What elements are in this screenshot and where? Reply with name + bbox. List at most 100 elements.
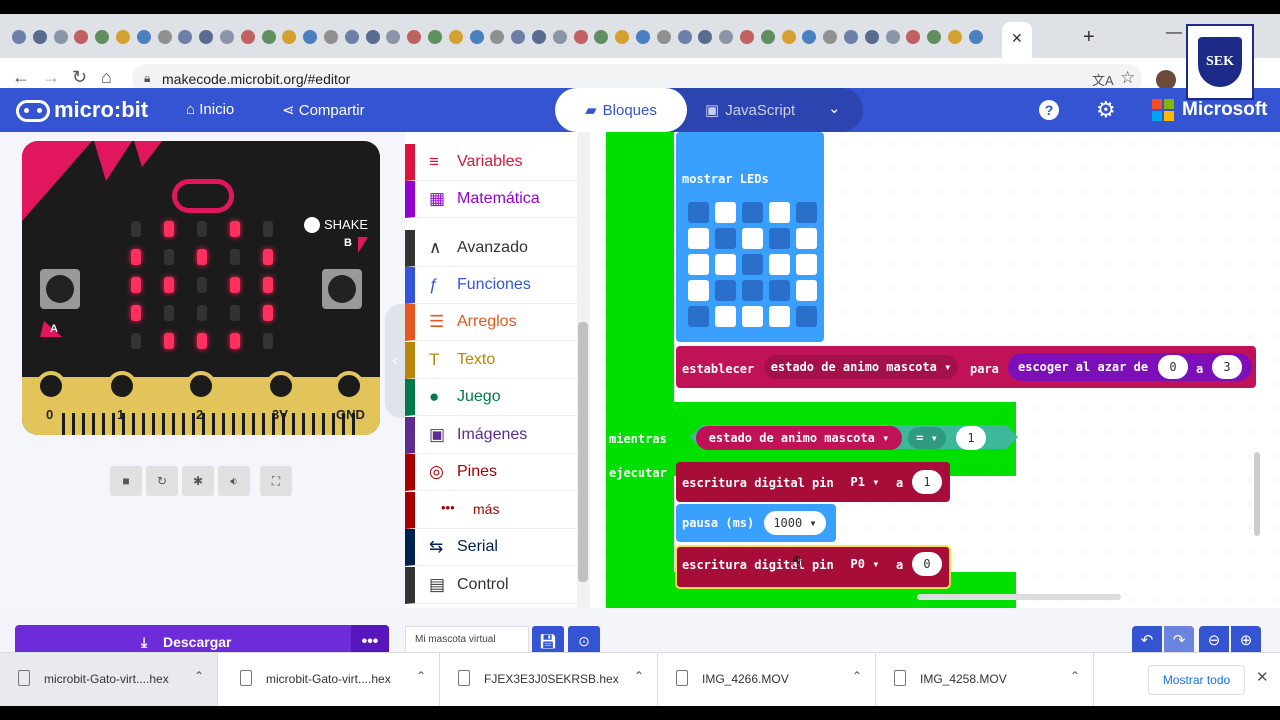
- toolbox-category[interactable]: ⇆ Serial: [405, 529, 577, 566]
- tab-favicon[interactable]: [220, 30, 234, 44]
- tab-favicon[interactable]: [157, 30, 172, 44]
- tab-favicon[interactable]: [365, 30, 380, 44]
- chevron-up-icon[interactable]: ⌃: [634, 669, 644, 683]
- led-cell[interactable]: [715, 202, 736, 223]
- tab-favicon[interactable]: [823, 30, 838, 44]
- workspace-horizontal-scrollbar[interactable]: [917, 594, 1121, 600]
- bookmark-star-icon[interactable]: ☆: [1120, 68, 1135, 88]
- tab-favicon[interactable]: [53, 30, 68, 44]
- toolbox-category[interactable]: ••• más: [405, 492, 577, 529]
- toolbox-category[interactable]: ☰ Arreglos: [405, 304, 577, 341]
- led-cell[interactable]: [769, 254, 790, 275]
- blocks-workspace[interactable]: mostrar LEDs establecer estado de animo …: [590, 132, 1280, 608]
- tab-favicon[interactable]: [448, 30, 463, 44]
- download-item[interactable]: FJEX3E3J0SEKRSB.hex ⌃: [440, 653, 658, 706]
- tab-favicon[interactable]: [864, 30, 879, 44]
- tab-favicon[interactable]: [532, 30, 546, 44]
- toolbox-category[interactable]: ▣ Imágenes: [405, 417, 577, 454]
- led-cell[interactable]: [715, 254, 736, 275]
- tab-blocks[interactable]: ▰ Bloques: [555, 88, 687, 132]
- minimize-icon[interactable]: —: [1166, 24, 1182, 42]
- led-cell[interactable]: [688, 228, 709, 249]
- toolbox-category[interactable]: ƒ Funciones: [405, 267, 577, 304]
- tab-favicon[interactable]: [469, 30, 484, 44]
- tab-javascript[interactable]: ▣ JavaScript: [705, 101, 795, 119]
- tab-favicon[interactable]: [698, 30, 713, 44]
- tab-favicon[interactable]: [344, 30, 359, 44]
- pin-hole[interactable]: [266, 371, 296, 401]
- digital-write-1-pin-dropdown[interactable]: P1 ▾: [846, 470, 884, 494]
- led-cell[interactable]: [769, 228, 790, 249]
- led-cell[interactable]: [742, 280, 763, 301]
- pin-hole[interactable]: [36, 371, 66, 401]
- pin-hole[interactable]: [334, 371, 364, 401]
- led-cell[interactable]: [715, 228, 736, 249]
- pause-value-dropdown[interactable]: 1000 ▾: [764, 511, 826, 535]
- reload-icon[interactable]: ↻: [72, 67, 87, 88]
- led-cell[interactable]: [688, 202, 709, 223]
- toolbox-category[interactable]: ≡ Variables: [405, 144, 577, 181]
- toolbox-category[interactable]: T Texto: [405, 342, 577, 379]
- tab-favicon[interactable]: [968, 30, 983, 44]
- set-variable-dropdown[interactable]: estado de animo mascota ▾: [764, 355, 958, 379]
- translate-icon[interactable]: 文A: [1092, 70, 1114, 89]
- chevron-up-icon[interactable]: ⌃: [194, 669, 204, 683]
- tab-favicon[interactable]: [740, 30, 754, 44]
- tab-favicon[interactable]: [490, 30, 505, 44]
- chevron-up-icon[interactable]: ⌃: [852, 669, 862, 683]
- led-cell[interactable]: [742, 228, 763, 249]
- new-tab-button[interactable]: +: [1083, 26, 1095, 49]
- button-b[interactable]: [322, 269, 362, 309]
- toolbox-category[interactable]: ▦ Matemática: [405, 181, 577, 218]
- stop-icon[interactable]: ■: [110, 466, 142, 496]
- random-to-input[interactable]: 3: [1212, 355, 1242, 379]
- chevron-up-icon[interactable]: ⌃: [416, 669, 426, 683]
- avatar[interactable]: [1156, 70, 1176, 90]
- restart-icon[interactable]: ↻: [146, 466, 178, 496]
- shake-button[interactable]: [304, 217, 320, 233]
- tab-favicon[interactable]: [324, 30, 338, 44]
- led-cell[interactable]: [688, 254, 709, 275]
- tab-favicon[interactable]: [116, 30, 130, 44]
- toolbox-scroll-thumb[interactable]: [578, 322, 588, 582]
- led-cell[interactable]: [742, 202, 763, 223]
- random-from-input[interactable]: 0: [1158, 355, 1188, 379]
- collapse-simulator-button[interactable]: ‹: [385, 304, 405, 418]
- digital-write-2-pin-dropdown[interactable]: P0 ▾: [846, 552, 884, 576]
- led-cell[interactable]: [796, 228, 817, 249]
- tab-favicon[interactable]: [677, 30, 692, 44]
- chevron-down-icon[interactable]: ⌄: [828, 99, 841, 117]
- close-icon[interactable]: ✕: [1256, 668, 1269, 686]
- toolbox-scrollbar[interactable]: [577, 132, 590, 608]
- toolbox-category[interactable]: ● Juego: [405, 379, 577, 416]
- pin-hole[interactable]: [107, 371, 137, 401]
- close-tab-icon[interactable]: ✕: [1011, 30, 1023, 47]
- tab-favicon[interactable]: [906, 30, 921, 44]
- led-cell[interactable]: [742, 254, 763, 275]
- tab-favicon[interactable]: [594, 30, 609, 44]
- led-cell[interactable]: [688, 280, 709, 301]
- tab-favicon[interactable]: [32, 30, 47, 44]
- tab-favicon[interactable]: [136, 30, 151, 44]
- tab-favicon[interactable]: [615, 30, 630, 44]
- led-cell[interactable]: [715, 280, 736, 301]
- condition-value-input[interactable]: 1: [956, 426, 986, 450]
- show-all-button[interactable]: Mostrar todo: [1148, 665, 1245, 695]
- gear-icon[interactable]: ⚙: [1096, 97, 1116, 123]
- mute-icon[interactable]: 🔉︎: [218, 466, 250, 496]
- tab-favicon[interactable]: [636, 30, 650, 44]
- condition-variable-dropdown[interactable]: estado de animo mascota ▾: [696, 426, 902, 450]
- toolbox-category[interactable]: ◎ Pines: [405, 454, 577, 491]
- home-button[interactable]: ⌂ Inicio: [186, 101, 234, 118]
- tab-favicon[interactable]: [552, 30, 567, 44]
- led-cell[interactable]: [769, 202, 790, 223]
- tab-favicon[interactable]: [719, 30, 734, 44]
- workspace-vertical-scrollbar[interactable]: [1254, 452, 1260, 536]
- button-a[interactable]: [40, 269, 80, 309]
- tab-favicon[interactable]: [282, 30, 297, 44]
- led-cell[interactable]: [688, 306, 709, 327]
- digital-write-2-value-input[interactable]: 0: [912, 552, 942, 576]
- fullscreen-icon[interactable]: ⛶: [260, 466, 292, 496]
- compare-operator-dropdown[interactable]: = ▾: [908, 427, 946, 449]
- home-icon[interactable]: ⌂: [101, 67, 112, 88]
